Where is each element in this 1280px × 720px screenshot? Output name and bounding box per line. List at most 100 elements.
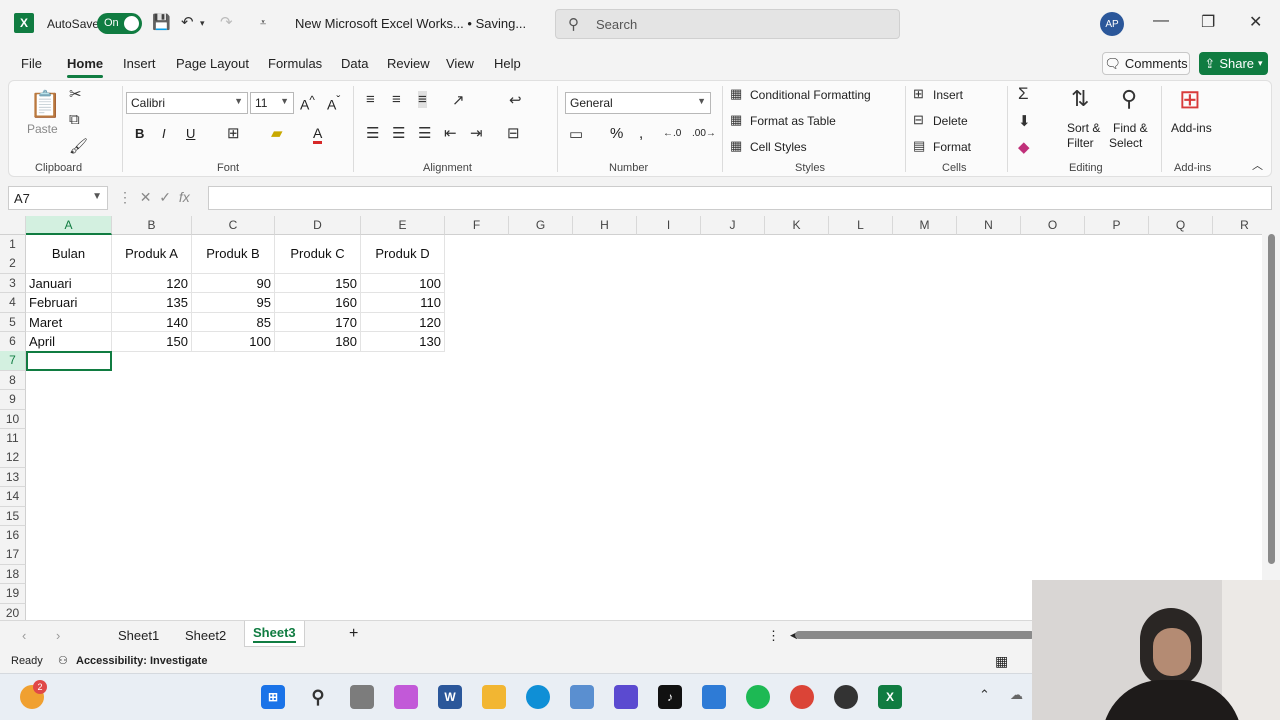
row-header[interactable]: 15 xyxy=(0,506,26,527)
table-cell[interactable]: 140 xyxy=(112,312,192,333)
table-cell[interactable]: 95 xyxy=(192,293,275,313)
app-icon[interactable] xyxy=(614,685,638,709)
start-icon[interactable]: ⊞ xyxy=(261,685,285,709)
percent-icon[interactable]: % xyxy=(610,125,623,142)
insert-cells-icon[interactable]: ⊞ xyxy=(913,86,924,102)
decrease-decimal-icon[interactable]: .00→ xyxy=(692,128,716,139)
add-sheet-icon[interactable]: + xyxy=(349,625,358,643)
row-header[interactable]: 2 xyxy=(0,254,26,274)
addins-button[interactable]: Add-ins xyxy=(1171,121,1212,135)
search-box[interactable]: ⚲ Search xyxy=(555,9,900,39)
autosum-icon[interactable]: Σ xyxy=(1018,84,1029,104)
align-bottom-icon[interactable]: ≡ xyxy=(418,91,427,108)
accounting-format-icon[interactable]: ▭ xyxy=(569,125,583,143)
avatar[interactable]: AP xyxy=(1100,12,1124,36)
normal-view-icon[interactable]: ▦ xyxy=(995,653,1008,670)
sheet-tab-1[interactable]: Sheet1 xyxy=(118,628,159,643)
column-header[interactable]: F xyxy=(445,216,509,235)
prev-sheet-icon[interactable]: ‹ xyxy=(22,628,26,643)
store-icon[interactable] xyxy=(570,685,594,709)
font-color-icon[interactable]: A xyxy=(313,125,323,144)
undo-dropdown-icon[interactable]: ▾ xyxy=(200,18,205,29)
table-cell[interactable]: 120 xyxy=(361,312,445,333)
align-top-icon[interactable]: ≡ xyxy=(366,91,375,108)
copy-icon[interactable]: ⧉ xyxy=(69,111,80,128)
word-icon[interactable]: W xyxy=(438,685,462,709)
task-view-icon[interactable] xyxy=(350,685,374,709)
undo-icon[interactable]: ↶ xyxy=(181,13,194,31)
column-header[interactable]: O xyxy=(1021,216,1085,235)
vertical-scrollbar[interactable] xyxy=(1264,216,1280,620)
restore-icon[interactable]: ❐ xyxy=(1201,12,1215,32)
column-header[interactable]: A xyxy=(26,216,112,235)
table-cell[interactable]: April xyxy=(26,332,112,352)
table-cell[interactable]: 85 xyxy=(192,312,275,333)
row-header[interactable]: 16 xyxy=(0,526,26,546)
file-explorer-icon[interactable] xyxy=(482,685,506,709)
row-header[interactable]: 8 xyxy=(0,370,26,391)
sort-filter-icon[interactable]: ⇅ xyxy=(1071,86,1089,112)
column-header[interactable]: G xyxy=(509,216,573,235)
format-as-table-button[interactable]: Format as Table xyxy=(750,114,836,128)
row-header[interactable]: 5 xyxy=(0,312,26,333)
column-header[interactable]: M xyxy=(893,216,957,235)
align-left-icon[interactable]: ☰ xyxy=(366,124,379,142)
column-header[interactable]: P xyxy=(1085,216,1149,235)
table-header-cell[interactable]: Produk B xyxy=(192,235,275,274)
fill-color-icon[interactable]: ▰ xyxy=(271,124,283,142)
table-cell[interactable]: 170 xyxy=(275,312,361,333)
table-header-cell[interactable]: Produk D xyxy=(361,235,445,274)
column-header[interactable]: C xyxy=(192,216,275,235)
column-header[interactable]: H xyxy=(573,216,637,235)
row-header[interactable]: 20 xyxy=(0,603,26,620)
table-cell[interactable]: 90 xyxy=(192,273,275,294)
conditional-formatting-button[interactable]: Conditional Formatting xyxy=(750,88,871,102)
increase-decimal-icon[interactable]: ←.0 xyxy=(663,128,681,139)
comma-style-icon[interactable]: , xyxy=(639,125,643,142)
row-header[interactable]: 11 xyxy=(0,429,26,449)
row-header[interactable]: 19 xyxy=(0,584,26,604)
table-cell[interactable]: 100 xyxy=(361,273,445,294)
align-right-icon[interactable]: ☰ xyxy=(418,124,431,142)
borders-icon[interactable]: ⊞ xyxy=(227,124,240,142)
column-header[interactable]: N xyxy=(957,216,1021,235)
format-painter-icon[interactable]: 🖌 xyxy=(69,137,88,155)
customize-toolbar-icon[interactable]: ⩡ xyxy=(260,17,266,30)
share-button[interactable]: ⇪ Share ▾ xyxy=(1199,52,1268,75)
save-icon[interactable]: 💾 xyxy=(152,13,171,31)
document-title[interactable]: New Microsoft Excel Works... • Saving... xyxy=(295,16,526,31)
spotify-icon[interactable] xyxy=(746,685,770,709)
table-cell[interactable]: 150 xyxy=(275,273,361,294)
accessibility-status[interactable]: Accessibility: Investigate xyxy=(76,655,207,667)
table-cell[interactable]: 110 xyxy=(361,293,445,313)
horizontal-scrollbar[interactable] xyxy=(795,631,1035,639)
merge-center-icon[interactable]: ⊟ xyxy=(507,124,520,142)
row-header[interactable]: 1 xyxy=(0,235,26,255)
increase-font-icon[interactable]: A^ xyxy=(300,94,315,113)
tab-formulas[interactable]: Formulas xyxy=(268,56,322,71)
column-header[interactable]: K xyxy=(765,216,829,235)
chevron-up-icon[interactable]: ⌃ xyxy=(979,687,990,703)
comments-button[interactable]: 🗨 Comments xyxy=(1102,52,1190,75)
underline-icon[interactable]: U xyxy=(186,126,195,141)
font-size-combo[interactable]: 11 ▼ xyxy=(250,92,294,114)
redo-icon[interactable]: ↷ xyxy=(220,13,233,31)
column-header[interactable]: I xyxy=(637,216,701,235)
row-header[interactable]: 7 xyxy=(0,351,26,371)
next-sheet-icon[interactable]: › xyxy=(56,628,60,643)
tab-view[interactable]: View xyxy=(446,56,474,71)
row-header[interactable]: 9 xyxy=(0,390,26,410)
row-header[interactable]: 6 xyxy=(0,332,26,352)
table-header-cell[interactable]: Bulan xyxy=(26,235,112,274)
spreadsheet-grid[interactable]: A B C D E F G H I J K L M N O P Q R 1 2 3 4 5 6 7 8 9 10 11 12 13 14 15 1… xyxy=(0,216,1262,620)
tiktok-icon[interactable]: ♪ xyxy=(658,685,682,709)
decrease-indent-icon[interactable]: ⇤ xyxy=(444,124,457,142)
clear-icon[interactable]: ◆ xyxy=(1018,138,1030,156)
row-header[interactable]: 3 xyxy=(0,273,26,294)
copilot-icon[interactable] xyxy=(394,685,418,709)
row-header[interactable]: 4 xyxy=(0,293,26,313)
tab-review[interactable]: Review xyxy=(387,56,430,71)
format-cells-button[interactable]: Format xyxy=(933,140,971,154)
orientation-icon[interactable]: ↗ xyxy=(452,91,465,109)
app-icon[interactable] xyxy=(834,685,858,709)
